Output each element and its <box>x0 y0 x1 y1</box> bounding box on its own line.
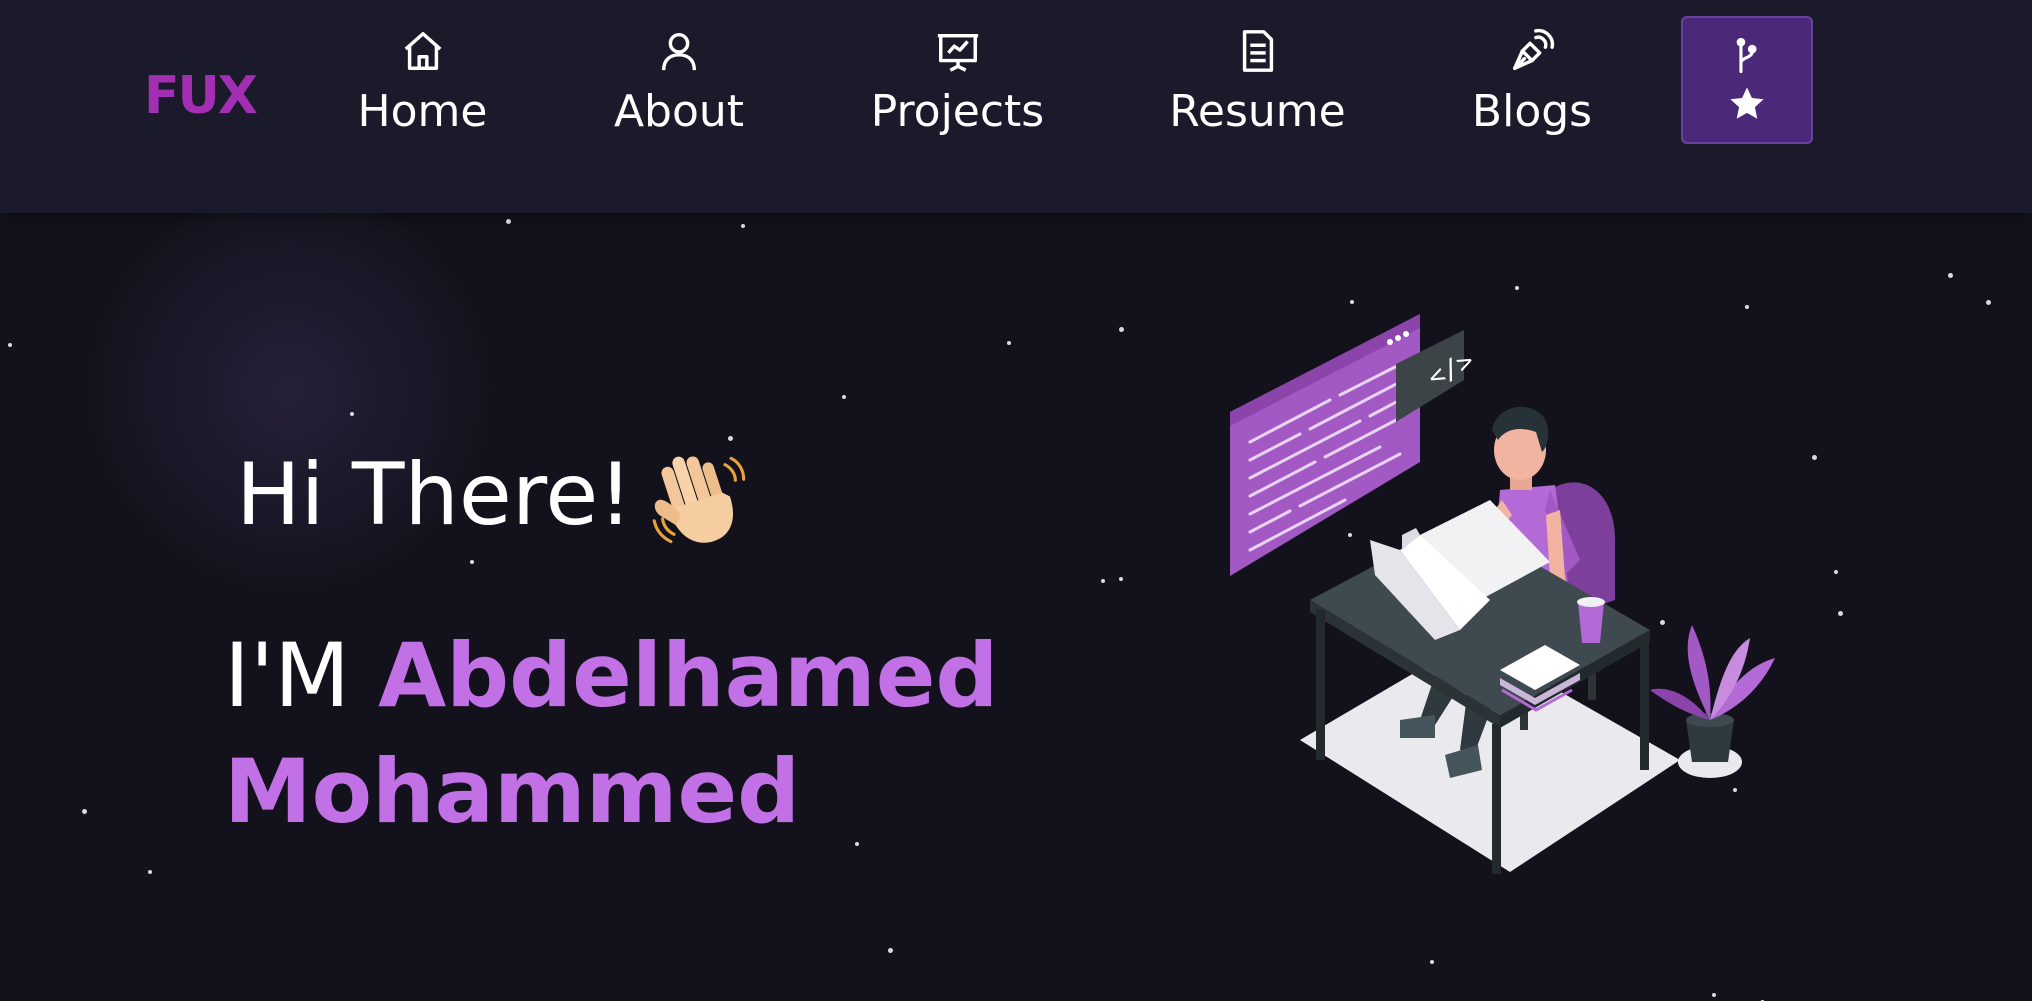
greeting-text: Hi There! <box>236 445 633 545</box>
code-panel <box>1230 314 1420 576</box>
developer-at-desk-illustration: </> <box>1230 314 1775 874</box>
nav-blogs[interactable]: Blogs <box>1462 28 1602 158</box>
waving-hand-icon <box>652 456 746 544</box>
star-dot <box>728 436 733 441</box>
star-dot <box>1119 327 1124 332</box>
star-dot <box>350 412 354 416</box>
navbar: FUX Home About Projects Resume Blogs <box>0 0 2032 213</box>
user-icon <box>661 32 697 71</box>
star-dot <box>1515 286 1519 290</box>
star-dot <box>888 948 893 953</box>
intro-prefix: I'M <box>224 624 351 727</box>
star-dot <box>148 870 152 874</box>
github-star-fork-button[interactable] <box>1681 16 1813 144</box>
nav-home-label: Home <box>357 86 488 137</box>
document-icon <box>1242 30 1273 72</box>
star-dot <box>1430 960 1434 964</box>
home-icon <box>404 32 441 70</box>
nav-blogs-label: Blogs <box>1471 86 1593 137</box>
nav-resume-label: Resume <box>1169 86 1346 137</box>
nav-about[interactable]: About <box>598 28 760 158</box>
nav-resume[interactable]: Resume <box>1160 28 1355 158</box>
star-dot <box>1812 455 1817 460</box>
star-dot <box>8 343 12 347</box>
nav-about-label: About <box>613 86 745 137</box>
nav-projects-label: Projects <box>870 86 1045 137</box>
pen-nib-icon <box>1513 28 1555 70</box>
logo-text: FUX <box>144 66 258 126</box>
star-dot <box>1007 341 1011 345</box>
star-dot <box>1838 611 1843 616</box>
star-dot <box>741 224 745 228</box>
nav-projects[interactable]: Projects <box>860 28 1055 158</box>
star-dot <box>470 560 474 564</box>
star-dot <box>1101 579 1105 583</box>
star-dot <box>82 809 87 814</box>
nav-home[interactable]: Home <box>340 28 505 158</box>
star-dot <box>1948 273 1953 278</box>
star-dot <box>1712 993 1716 997</box>
git-fork-icon <box>1736 37 1757 74</box>
presentation-chart-icon <box>937 33 978 72</box>
intro-heading: I'M Abdelhamed Mohammed <box>224 618 1024 850</box>
logo[interactable]: FUX <box>140 58 258 138</box>
star-dot <box>842 395 846 399</box>
star-dot <box>1834 570 1838 574</box>
star-icon <box>1730 87 1764 119</box>
star-dot <box>1986 300 1991 305</box>
star-dot <box>1119 577 1123 581</box>
portfolio-page: FUX Home About Projects Resume Blogs Hi … <box>0 0 2032 1001</box>
star-dot <box>506 219 511 224</box>
